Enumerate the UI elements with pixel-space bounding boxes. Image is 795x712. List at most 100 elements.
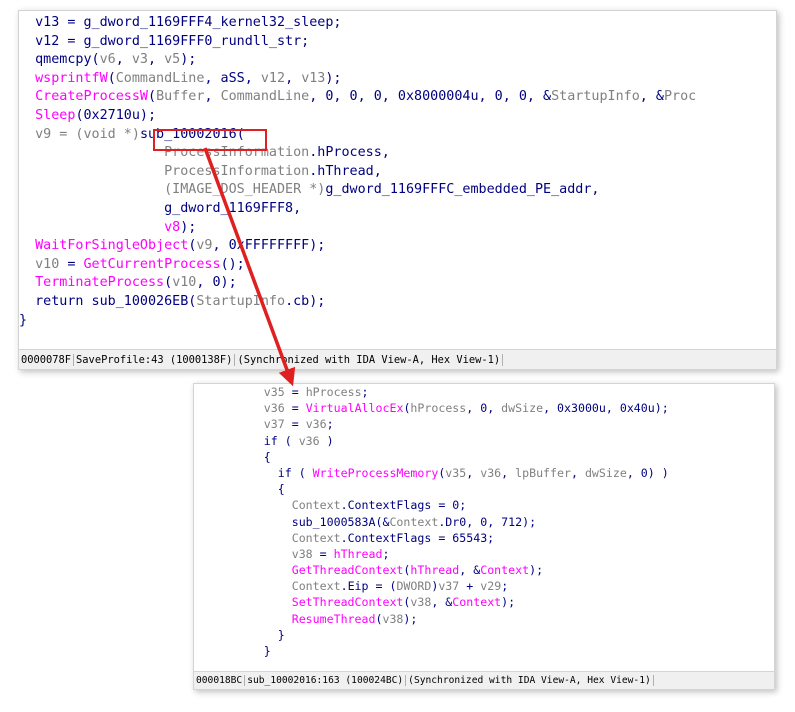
code-line[interactable]: v36 = VirtualAllocEx(hProcess, 0, dwSize… [194, 400, 774, 416]
code-token: v9 [19, 126, 52, 142]
code-line[interactable]: SetThreadContext(v38, &Context); [194, 594, 774, 610]
code-token: v3 [131, 52, 148, 68]
code-line[interactable]: v37 = v36; [194, 416, 774, 432]
code-line[interactable]: if ( WriteProcessMemory(v35, v36, lpBuff… [194, 465, 774, 481]
code-line[interactable]: v8); [19, 219, 776, 238]
code-token: qmemcpy( [19, 52, 100, 68]
code-line[interactable]: TerminateProcess(v10, 0); [19, 274, 776, 293]
code-token: ); [501, 595, 516, 610]
code-token: hThread [410, 563, 460, 578]
code-token: , [570, 465, 585, 480]
code-token: , [148, 52, 165, 68]
code-line[interactable]: v9 = (void *)sub_10002016( [19, 126, 776, 145]
code-token: .ContextFlags = 65543; [340, 530, 495, 545]
pseudocode-listing[interactable]: v35 = hProcess; v36 = VirtualAllocEx(hPr… [194, 384, 774, 659]
code-token: = [284, 385, 306, 399]
code-line[interactable]: ResumeThread(v38); [194, 611, 774, 627]
code-line[interactable]: } [19, 312, 776, 331]
code-line[interactable]: } [194, 627, 774, 643]
code-token: return sub_100026EB( [19, 293, 197, 309]
code-line[interactable]: qmemcpy(v6, v3, v5); [19, 51, 776, 70]
pseudocode-panel-bottom: v35 = hProcess; v36 = VirtualAllocEx(hPr… [193, 383, 775, 690]
code-token: ); [180, 52, 197, 68]
code-token: SetThreadContext [194, 595, 404, 610]
code-line[interactable]: sub_1000583A(&Context.Dr0, 0, 712); [194, 514, 774, 530]
code-token: = (void *) [51, 126, 140, 142]
code-line[interactable]: (IMAGE_DOS_HEADER *)g_dword_1169FFFC_emb… [19, 181, 776, 200]
code-token: Context [194, 530, 341, 545]
code-line[interactable]: WaitForSingleObject(v9, 0xFFFFFFFF); [19, 237, 776, 256]
code-token: (IMAGE_DOS_HEADER *) [19, 182, 326, 198]
code-token: lpBuffer [515, 465, 571, 480]
code-token: ; [382, 546, 390, 561]
code-line[interactable]: ProcessInformation.hProcess, [19, 144, 776, 163]
code-token: Sleep [19, 107, 76, 123]
code-line[interactable]: g_dword_1169FFF8, [19, 200, 776, 219]
code-token: ProcessInformation [19, 163, 310, 179]
code-line[interactable]: } [194, 643, 774, 659]
code-token: .Eip = ( [340, 579, 397, 594]
code-token: v13 [301, 70, 326, 86]
code-line[interactable]: wsprintfW(CommandLine, aSS, v12, v13); [19, 70, 776, 89]
code-token: v29 [480, 579, 502, 594]
code-line[interactable]: GetThreadContext(hThread, &Context); [194, 562, 774, 578]
code-line[interactable]: Context.Eip = (DWORD)v37 + v29; [194, 578, 774, 594]
code-token: v10 [19, 256, 60, 272]
code-line[interactable]: v12 = g_dword_1169FFF0_rundll_str; [19, 33, 776, 52]
code-token: } [194, 644, 271, 658]
code-token: v36 [305, 417, 327, 432]
code-token: v35 [194, 385, 285, 399]
code-token: ; [326, 417, 334, 432]
code-line[interactable]: Context.ContextFlags = 65543; [194, 530, 774, 546]
code-token: ( [107, 70, 116, 86]
code-token: wsprintfW [19, 70, 108, 86]
code-token: GetThreadContext [194, 563, 404, 578]
code-token: (0x2710u); [75, 107, 157, 123]
code-token: , 0xFFFFFFFF); [212, 238, 326, 254]
code-token: TerminateProcess [19, 275, 165, 291]
code-token: g_dword_1169FFFC_embedded_PE_addr, [325, 182, 600, 198]
code-token: if ( [194, 465, 313, 480]
pseudocode-listing[interactable]: v13 = g_dword_1169FFF4_kernel32_sleep; v… [19, 11, 776, 330]
code-token: CreateProcessW [19, 89, 148, 105]
status-bar: 000018BC sub_10002016:163 (100024BC) (Sy… [194, 671, 774, 689]
status-location: sub_10002016:163 (100024BC) [245, 675, 407, 686]
code-line[interactable]: v10 = GetCurrentProcess(); [19, 256, 776, 275]
code-line[interactable]: return sub_100026EB(StartupInfo.cb); [19, 293, 776, 312]
code-line[interactable]: { [194, 481, 774, 497]
code-token: ResumeThread [194, 611, 376, 626]
code-token: ) [319, 433, 334, 448]
code-token: = [59, 256, 84, 272]
code-token: Context [452, 595, 502, 610]
code-token: , [285, 70, 302, 86]
code-token: .ContextFlags = 0; [340, 498, 467, 513]
code-line[interactable]: v13 = g_dword_1169FFF4_kernel32_sleep; [19, 14, 776, 33]
code-token: , 0, 0, 0, 0x8000004u, 0, 0, & [309, 89, 552, 105]
code-token: v38 [382, 611, 404, 626]
code-line[interactable]: Sleep(0x2710u); [19, 107, 776, 126]
code-token: = [284, 401, 306, 416]
code-token: VirtualAllocEx [305, 401, 404, 416]
code-line[interactable]: Context.ContextFlags = 0; [194, 497, 774, 513]
code-line[interactable]: v35 = hProcess; [194, 384, 774, 400]
code-token: v35 [445, 465, 467, 480]
code-token: ( [148, 89, 157, 105]
status-address: 000018BC [194, 675, 246, 686]
code-token: ( [164, 275, 173, 291]
status-location: SaveProfile:43 (1000138F) [74, 353, 236, 366]
code-token: hProcess [410, 401, 467, 416]
code-line[interactable]: CreateProcessW(Buffer, CommandLine, 0, 0… [19, 88, 776, 107]
code-token: v36 [298, 433, 320, 448]
code-line[interactable]: ProcessInformation.hThread, [19, 163, 776, 182]
code-token: CommandLine [115, 70, 205, 86]
code-line[interactable]: v38 = hThread; [194, 546, 774, 562]
code-line[interactable]: { [194, 449, 774, 465]
code-token: WaitForSingleObject [19, 238, 189, 254]
code-token: , & [459, 563, 481, 578]
code-line[interactable]: if ( v36 ) [194, 433, 774, 449]
code-token: v5 [164, 52, 181, 68]
code-token: Buffer [156, 89, 205, 105]
code-token: v9 [196, 238, 213, 254]
code-token: v12 = g_dword_1169FFF0_rundll_str; [19, 33, 310, 49]
code-token: Context [194, 579, 341, 594]
